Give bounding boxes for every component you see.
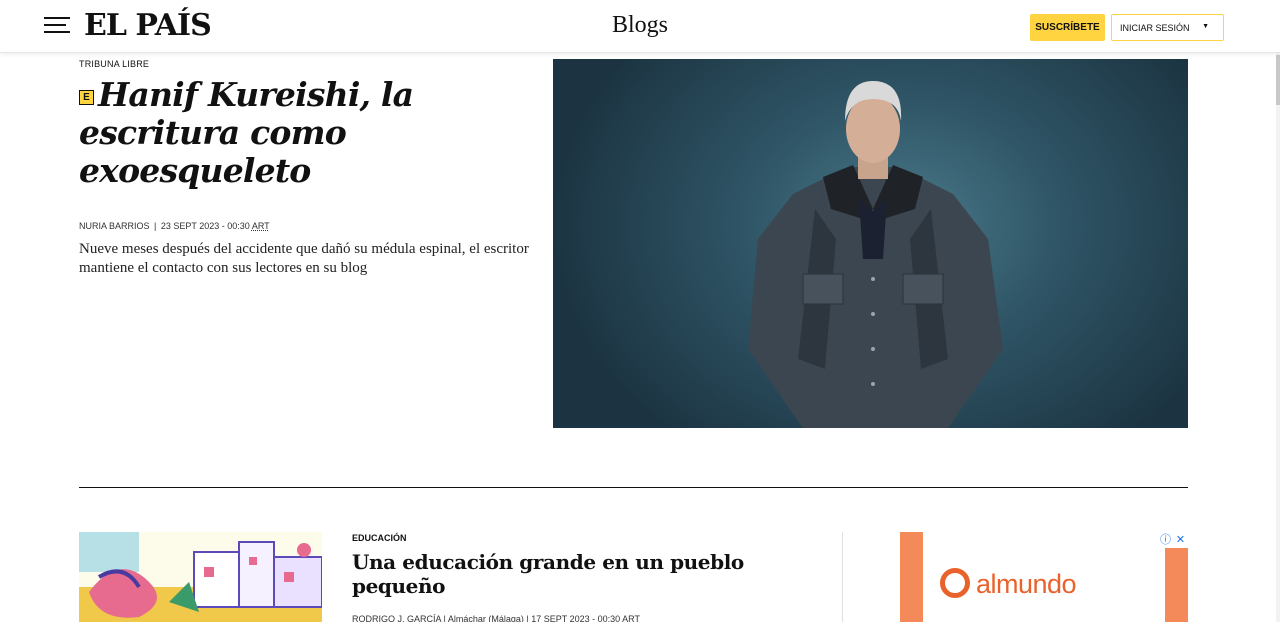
caret-down-icon: ▼ bbox=[1202, 23, 1209, 30]
author-link[interactable]: NURIA BARRIOS bbox=[79, 221, 150, 231]
article-byline: NURIA BARRIOS | 23 SEPT 2023 - 00:30 ART bbox=[79, 221, 270, 231]
article-headline-2[interactable]: Una educación grande en un pueblo pequeñ… bbox=[352, 550, 772, 598]
section-title[interactable]: Blogs bbox=[612, 12, 668, 38]
premium-badge-icon: E bbox=[79, 90, 94, 105]
ad-stripe-left bbox=[900, 532, 923, 622]
site-header: EL PAÍS Blogs SUSCRÍBETE INICIAR SESIÓN … bbox=[0, 0, 1280, 53]
headline-text: Hanif Kureishi, la escritura como exoesq… bbox=[79, 75, 414, 190]
column-divider bbox=[842, 532, 843, 622]
site-logo[interactable]: EL PAÍS bbox=[84, 8, 212, 43]
subscribe-button[interactable]: SUSCRÍBETE bbox=[1030, 14, 1105, 41]
ad-brand: almundo bbox=[940, 568, 1077, 600]
article-headline[interactable]: E Hanif Kureishi, la escritura como exoes… bbox=[79, 76, 539, 190]
article-byline-2: RODRIGO J. GARCÍA | Almáchar (Málaga) | … bbox=[352, 614, 640, 622]
ad-info-icon[interactable]: ⓘ bbox=[1158, 532, 1173, 548]
menu-icon[interactable] bbox=[44, 17, 70, 35]
ad-controls: ⓘ ✕ bbox=[1158, 532, 1188, 548]
login-button[interactable]: INICIAR SESIÓN ▼ bbox=[1111, 14, 1224, 41]
timezone-abbr: ART bbox=[251, 221, 270, 231]
ad-close-icon[interactable]: ✕ bbox=[1173, 532, 1188, 548]
article-hero-image[interactable] bbox=[553, 59, 1188, 428]
illustration-thumbnail bbox=[79, 532, 322, 622]
page-scrollbar[interactable] bbox=[1276, 0, 1280, 622]
login-label: INICIAR SESIÓN bbox=[1120, 22, 1190, 33]
article-date: 23 SEPT 2023 - 00:30 bbox=[160, 221, 250, 231]
article-kicker-2[interactable]: EDUCACIÓN bbox=[352, 533, 407, 543]
article-kicker[interactable]: TRIBUNA LIBRE bbox=[79, 59, 149, 69]
article-summary: Nueve meses después del accidente que da… bbox=[79, 241, 529, 276]
article-thumbnail[interactable] bbox=[79, 532, 322, 622]
advertisement[interactable]: almundo ⓘ ✕ bbox=[900, 532, 1188, 622]
brand-logo-icon bbox=[940, 568, 970, 598]
scrollbar-thumb[interactable] bbox=[1276, 55, 1280, 105]
portrait-illustration bbox=[748, 81, 1003, 428]
section-divider bbox=[79, 487, 1188, 488]
